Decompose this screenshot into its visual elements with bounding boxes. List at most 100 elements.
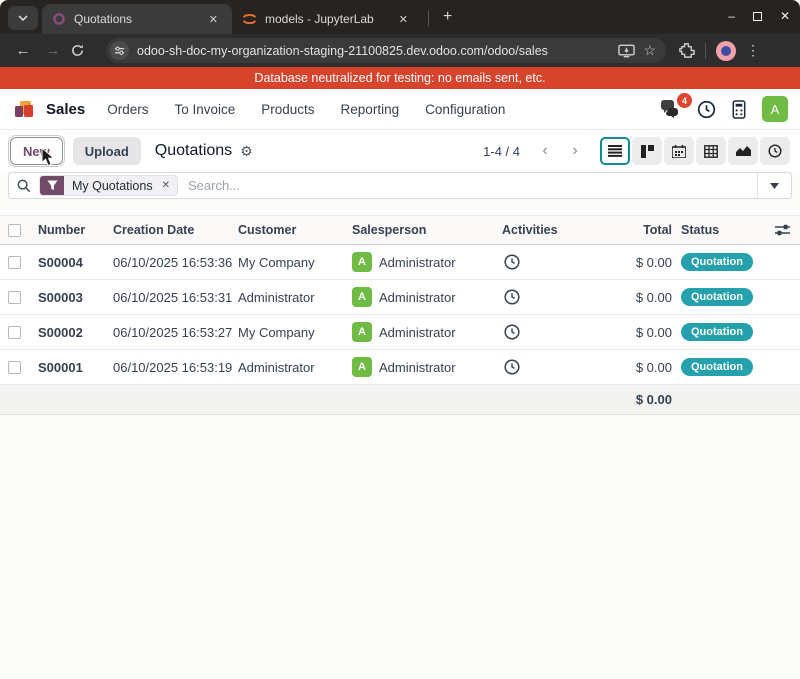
activity-clock-icon[interactable] [504, 324, 520, 340]
column-header-status[interactable]: Status [672, 223, 771, 237]
activities-clock-icon[interactable] [697, 100, 716, 119]
cell-creation-date[interactable]: 06/10/2025 16:53:27 [113, 325, 238, 340]
cell-salesperson[interactable]: A Administrator [352, 287, 502, 307]
cell-number[interactable]: S00004 [38, 255, 113, 270]
cell-activities[interactable] [502, 324, 588, 340]
messages-button[interactable]: 4 [659, 100, 681, 118]
cell-total[interactable]: $ 0.00 [588, 325, 672, 340]
address-bar[interactable]: odoo-sh-doc-my-organization-staging-2110… [106, 38, 666, 63]
search-dropdown-toggle[interactable] [757, 173, 791, 198]
table-row[interactable]: S00002 06/10/2025 16:53:27 My Company A … [0, 315, 800, 350]
cell-creation-date[interactable]: 06/10/2025 16:53:19 [113, 360, 238, 375]
cell-salesperson[interactable]: A Administrator [352, 322, 502, 342]
column-header-total[interactable]: Total [588, 223, 672, 237]
menu-orders[interactable]: Orders [107, 102, 148, 117]
activity-clock-icon[interactable] [504, 254, 520, 270]
user-avatar[interactable]: A [762, 96, 788, 122]
cell-activities[interactable] [502, 359, 588, 375]
calculator-icon[interactable] [732, 100, 746, 119]
adjust-columns-button[interactable] [775, 224, 800, 236]
tab-list-button[interactable] [8, 6, 38, 30]
calendar-view-button[interactable] [664, 137, 694, 165]
graph-view-button[interactable] [728, 137, 758, 165]
activity-clock-icon[interactable] [504, 289, 520, 305]
cell-number[interactable]: S00001 [38, 360, 113, 375]
send-to-device-icon[interactable] [618, 44, 635, 58]
close-window-button[interactable]: ✕ [780, 9, 790, 23]
cell-creation-date[interactable]: 06/10/2025 16:53:31 [113, 290, 238, 305]
cell-salesperson[interactable]: A Administrator [352, 252, 502, 272]
remove-filter-icon[interactable]: ✕ [161, 180, 177, 191]
cell-number[interactable]: S00003 [38, 290, 113, 305]
column-header-number[interactable]: Number [38, 223, 113, 237]
cell-total[interactable]: $ 0.00 [588, 290, 672, 305]
close-tab-icon[interactable]: ✕ [395, 11, 412, 28]
cell-customer[interactable]: Administrator [238, 360, 352, 375]
footer-total: $ 0.00 [588, 392, 672, 407]
kanban-view-button[interactable] [632, 137, 662, 165]
browser-menu-button[interactable]: ⋮ [746, 42, 760, 59]
salesperson-avatar: A [352, 322, 372, 342]
column-header-creation-date[interactable]: Creation Date [113, 223, 238, 237]
menu-products[interactable]: Products [261, 102, 314, 117]
column-header-activities[interactable]: Activities [502, 223, 588, 237]
row-checkbox[interactable] [8, 291, 21, 304]
menu-to-invoice[interactable]: To Invoice [174, 102, 235, 117]
select-all-checkbox[interactable] [8, 224, 21, 237]
row-checkbox[interactable] [8, 326, 21, 339]
extensions-icon[interactable] [678, 42, 695, 59]
browser-profile-avatar[interactable] [716, 41, 736, 61]
app-menu-sales[interactable]: Sales [46, 101, 85, 118]
table-row[interactable]: S00001 06/10/2025 16:53:19 Administrator… [0, 350, 800, 385]
row-checkbox[interactable] [8, 361, 21, 374]
search-input[interactable] [178, 178, 757, 193]
pager-next-button[interactable]: › [562, 138, 588, 164]
menu-configuration[interactable]: Configuration [425, 102, 505, 117]
pager-previous-button[interactable]: ‹ [532, 138, 558, 164]
cell-customer[interactable]: My Company [238, 255, 352, 270]
view-switcher [600, 137, 790, 165]
filter-facet[interactable]: My Quotations ✕ [39, 175, 178, 196]
new-tab-button[interactable]: + [435, 8, 460, 26]
upload-button[interactable]: Upload [73, 137, 141, 165]
cell-number[interactable]: S00002 [38, 325, 113, 340]
activity-clock-icon[interactable] [504, 359, 520, 375]
column-header-customer[interactable]: Customer [238, 223, 352, 237]
new-button[interactable]: New [10, 137, 63, 165]
cell-status[interactable]: Quotation [672, 253, 771, 271]
minimize-button[interactable]: – [728, 9, 735, 23]
kanban-view-icon [641, 145, 654, 158]
search-bar[interactable]: My Quotations ✕ [8, 172, 792, 199]
url-text[interactable]: odoo-sh-doc-my-organization-staging-2110… [137, 44, 610, 58]
sales-app-icon[interactable] [12, 97, 36, 121]
table-row[interactable]: S00003 06/10/2025 16:53:31 Administrator… [0, 280, 800, 315]
view-gear-icon[interactable]: ⚙ [240, 143, 253, 160]
cell-status[interactable]: Quotation [672, 358, 771, 376]
cell-total[interactable]: $ 0.00 [588, 360, 672, 375]
cell-status[interactable]: Quotation [672, 288, 771, 306]
bookmark-star-icon[interactable]: ☆ [643, 42, 656, 59]
forward-button[interactable]: → [40, 42, 66, 59]
menu-reporting[interactable]: Reporting [341, 102, 400, 117]
site-settings-button[interactable] [110, 41, 129, 60]
cell-customer[interactable]: My Company [238, 325, 352, 340]
back-button[interactable]: ← [10, 42, 36, 59]
cell-creation-date[interactable]: 06/10/2025 16:53:36 [113, 255, 238, 270]
list-view-button[interactable] [600, 137, 630, 165]
tab-quotations[interactable]: Quotations ✕ [42, 4, 232, 34]
column-header-salesperson[interactable]: Salesperson [352, 223, 502, 237]
activity-view-button[interactable] [760, 137, 790, 165]
cell-customer[interactable]: Administrator [238, 290, 352, 305]
cell-activities[interactable] [502, 254, 588, 270]
cell-total[interactable]: $ 0.00 [588, 255, 672, 270]
tab-jupyterlab[interactable]: models - JupyterLab ✕ [232, 4, 422, 34]
cell-status[interactable]: Quotation [672, 323, 771, 341]
reload-button[interactable] [70, 43, 96, 58]
table-row[interactable]: S00004 06/10/2025 16:53:36 My Company A … [0, 245, 800, 280]
cell-activities[interactable] [502, 289, 588, 305]
close-tab-icon[interactable]: ✕ [205, 11, 222, 28]
row-checkbox[interactable] [8, 256, 21, 269]
cell-salesperson[interactable]: A Administrator [352, 357, 502, 377]
pivot-view-button[interactable] [696, 137, 726, 165]
maximize-button[interactable] [753, 12, 762, 21]
